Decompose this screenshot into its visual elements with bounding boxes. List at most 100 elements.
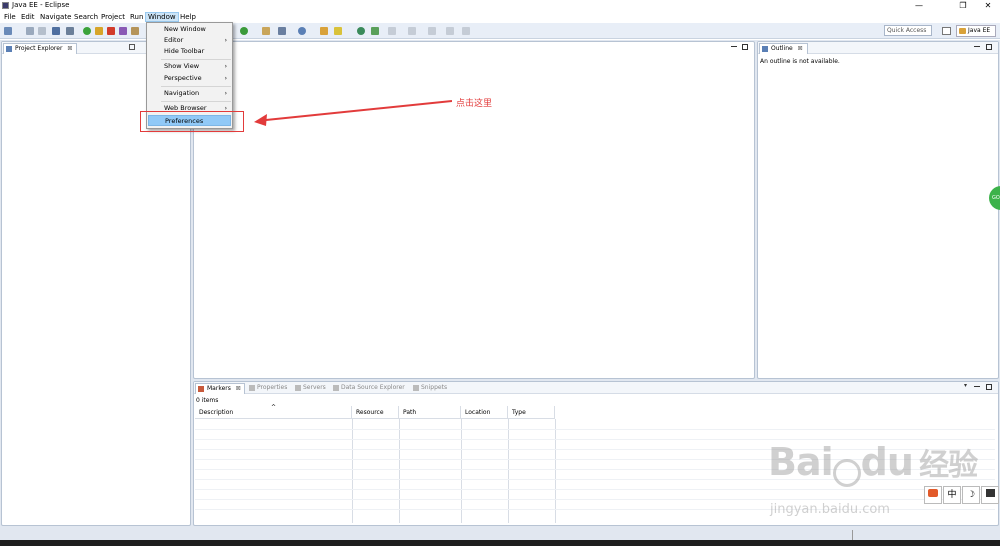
view-menu-icon[interactable]: ▾ [964,383,967,389]
tab-label: Project Explorer [15,45,63,52]
table-row [195,489,995,490]
bolt-icon[interactable] [334,27,342,35]
bottom-tabbar: Markers ⊠ Properties Servers Data Source… [194,382,998,394]
chevron-right-icon: › [224,63,227,70]
shirt-icon[interactable] [981,486,999,504]
save-icon[interactable] [26,27,34,35]
menu-separator [161,86,231,87]
menu-separator [161,59,231,60]
coverage-icon[interactable] [240,27,248,35]
project-explorer-icon [6,46,12,52]
close-icon[interactable]: ⊠ [67,45,72,52]
tab-label: Properties [257,384,288,391]
tab-servers[interactable]: Servers [294,383,326,394]
markers-count: 0 items [196,397,219,404]
quick-access-input[interactable]: Quick Access [884,25,932,36]
open-type-icon[interactable] [262,27,270,35]
markers-icon [198,386,204,392]
ime-chinese-toggle[interactable]: 中 [943,486,961,504]
menu-search[interactable]: Search [72,12,100,22]
menu-run[interactable]: Run [128,12,145,22]
menu-file[interactable]: File [2,12,18,22]
tab-properties[interactable]: Properties [248,383,287,394]
server-icon[interactable] [131,27,139,35]
close-icon[interactable]: ⊠ [236,385,241,392]
menu-item-navigation[interactable]: Navigation › [148,88,231,99]
minimize-icon[interactable] [974,45,980,47]
terminal-icon[interactable] [52,27,60,35]
menu-item-new-window[interactable]: New Window [148,24,231,35]
column-description[interactable]: Description ^ [195,404,352,419]
menu-navigate[interactable]: Navigate [38,12,73,22]
chevron-right-icon: › [224,75,227,82]
menu-help[interactable]: Help [178,12,198,22]
annotation-arrow-icon [254,100,452,126]
search-icon[interactable] [278,27,286,35]
open-perspective-icon[interactable] [942,27,951,35]
close-icon[interactable]: ⊠ [798,45,803,52]
stop-icon[interactable] [107,27,115,35]
tab-markers[interactable]: Markers ⊠ [195,383,245,394]
back-icon[interactable] [428,27,436,35]
minimize-icon[interactable] [731,45,737,47]
debug-icon[interactable] [95,27,103,35]
tab-project-explorer[interactable]: Project Explorer ⊠ [3,43,78,54]
menu-item-hide-toolbar[interactable]: Hide Toolbar [148,46,231,57]
collapse-all-icon[interactable] [129,44,135,50]
column-path[interactable]: Path [399,406,461,419]
perspective-java-ee[interactable]: Java EE [956,25,996,37]
column-type[interactable]: Type [508,406,555,419]
nav-icon[interactable] [408,27,416,35]
sogou-icon[interactable] [924,486,942,504]
sort-up-icon: ^ [271,404,277,411]
close-button[interactable]: ✕ [973,0,1000,11]
menu-item-perspective[interactable]: Perspective › [148,73,231,84]
folder-icon[interactable] [320,27,328,35]
table-row [195,429,995,430]
table-row [195,499,995,500]
menu-item-show-view[interactable]: Show View › [148,61,231,72]
tab-label: Snippets [421,384,448,391]
disconnect-icon[interactable] [119,27,127,35]
maximize-icon[interactable] [986,44,992,50]
save-all-icon[interactable] [38,27,46,35]
next-icon[interactable] [462,27,470,35]
tab-label: Servers [303,384,326,391]
column-location[interactable]: Location [461,406,508,419]
annotation-icon[interactable] [388,27,396,35]
forward-icon[interactable] [446,27,454,35]
tab-snippets[interactable]: Snippets [412,383,447,394]
column-divider [555,419,556,523]
new-icon[interactable] [4,27,12,35]
chevron-right-icon: › [224,90,227,97]
column-resource[interactable]: Resource [352,406,399,419]
globe-icon[interactable] [298,27,306,35]
wand-icon[interactable] [66,27,74,35]
refresh-icon[interactable] [357,27,365,35]
menu-edit[interactable]: Edit [19,12,37,22]
annotation-label: 点击这里 [456,99,493,109]
run-icon[interactable] [83,27,91,35]
minimize-button[interactable]: — [904,0,934,11]
menu-project[interactable]: Project [99,12,127,22]
minimize-icon[interactable] [974,385,980,387]
status-divider [852,530,853,540]
chevron-right-icon: › [224,37,227,44]
tab-outline[interactable]: Outline ⊠ [759,43,808,54]
tab-data-source-explorer[interactable]: Data Source Explorer [332,383,405,394]
tab-label: Outline [771,45,793,52]
maximize-icon[interactable] [986,384,992,390]
outline-message: An outline is not available. [760,58,840,65]
maximize-icon[interactable] [742,44,748,50]
sync-icon[interactable] [371,27,379,35]
column-divider [352,419,353,523]
servers-icon [295,385,301,391]
window-title: Java EE - Eclipse [12,1,70,9]
outline-icon [762,46,768,52]
moon-icon[interactable]: ☽ [962,486,980,504]
outline-view: Outline ⊠ An outline is not available. [757,41,999,379]
menu-item-editor[interactable]: Editor › [148,35,231,46]
ime-toolbar: 中 ☽ [924,486,1000,504]
paw-icon [832,459,861,487]
menu-window[interactable]: Window [145,12,179,22]
